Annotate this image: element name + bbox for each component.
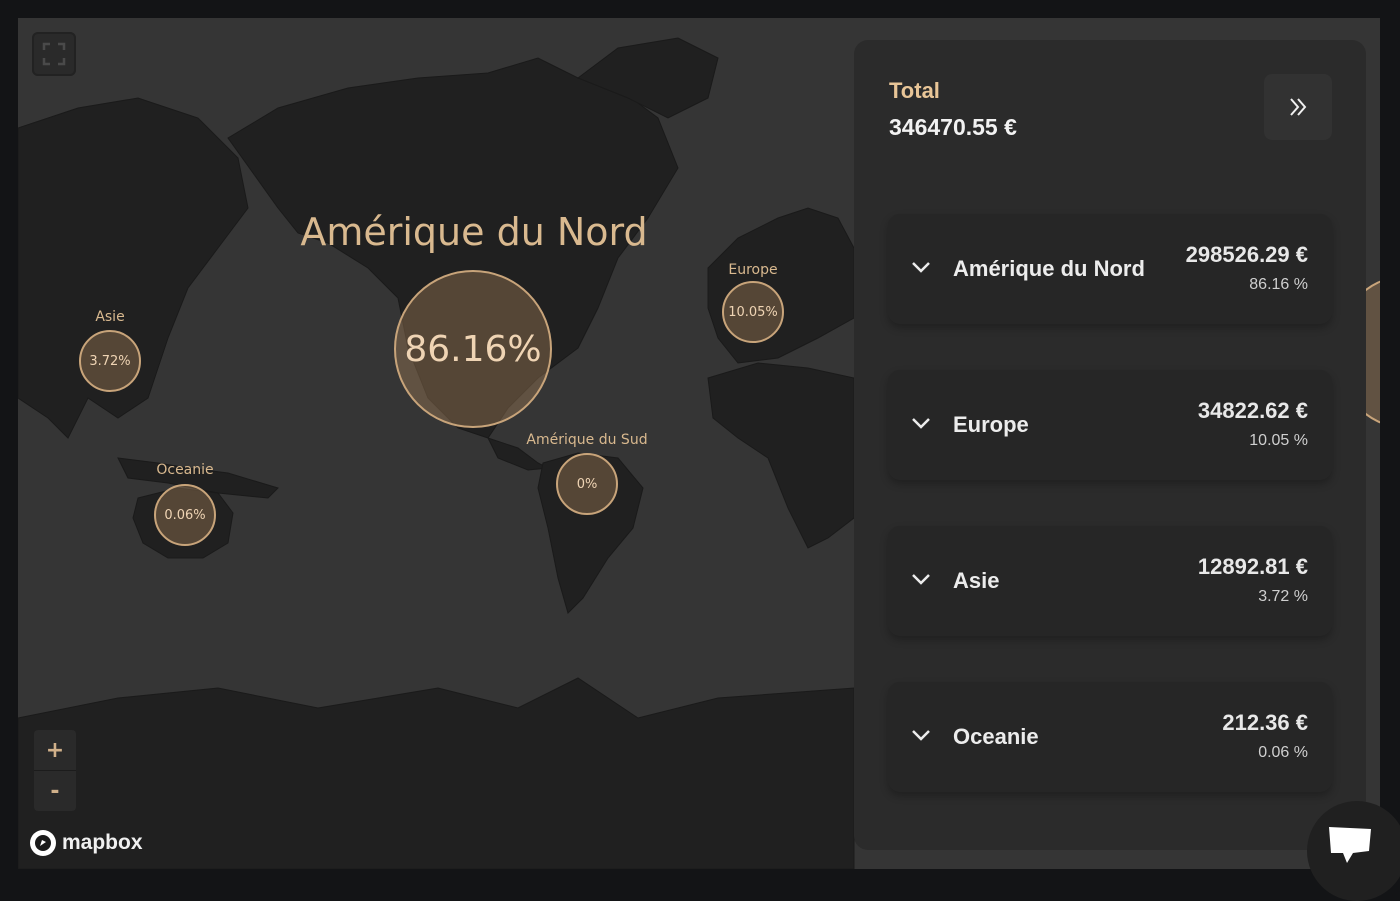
- chevron-down-icon[interactable]: [910, 568, 932, 590]
- region-card-name: Amérique du Nord: [953, 256, 1145, 281]
- bubble-europe[interactable]: 10.05%: [722, 281, 784, 343]
- region-card-name: Oceanie: [953, 724, 1039, 749]
- region-card-name: Asie: [953, 568, 1000, 593]
- mapbox-logo-icon: [30, 830, 56, 856]
- chevron-down-icon[interactable]: [910, 412, 932, 434]
- region-card-oceania[interactable]: Oceanie 212.36 € 0.06 %: [888, 682, 1332, 792]
- region-card-amount: 12892.81 €: [1197, 554, 1308, 579]
- total-value: 346470.55 €: [889, 114, 1017, 140]
- totals-panel: Total 346470.55 € Amérique du Nord 29852…: [854, 40, 1366, 850]
- chevron-down-icon[interactable]: [910, 724, 932, 746]
- region-label-oceania: Oceanie: [156, 462, 214, 478]
- expand-icon: [42, 42, 66, 66]
- bubble-north-america[interactable]: 86.16%: [394, 270, 552, 428]
- region-card-name: Europe: [953, 412, 1029, 437]
- collapse-panel-button[interactable]: [1264, 74, 1332, 140]
- bubble-south-america[interactable]: 0%: [556, 453, 618, 515]
- zoom-in-button[interactable]: +: [34, 730, 76, 771]
- region-card-amount: 34822.62 €: [1197, 398, 1308, 423]
- region-label-asia: Asie: [95, 309, 125, 325]
- bubble-oceania[interactable]: 0.06%: [154, 484, 216, 546]
- fullscreen-button[interactable]: [32, 32, 76, 76]
- zoom-control: + -: [34, 730, 76, 811]
- region-card-asia[interactable]: Asie 12892.81 € 3.72 %: [888, 526, 1332, 636]
- region-card-percent: 0.06 %: [1258, 744, 1308, 761]
- chevron-down-icon[interactable]: [910, 256, 932, 278]
- zoom-out-button[interactable]: -: [34, 771, 76, 811]
- region-card-percent: 86.16 %: [1249, 276, 1308, 293]
- region-label-europe: Europe: [728, 262, 778, 278]
- region-card-north-america[interactable]: Amérique du Nord 298526.29 € 86.16 %: [888, 214, 1332, 324]
- region-card-europe[interactable]: Europe 34822.62 € 10.05 %: [888, 370, 1332, 480]
- total-label: Total: [889, 78, 940, 103]
- mapbox-attribution[interactable]: mapbox: [30, 830, 143, 856]
- double-chevron-right-icon: [1290, 98, 1307, 116]
- region-label-south-america: Amérique du Sud: [526, 432, 648, 448]
- mapbox-wordmark: mapbox: [62, 831, 143, 854]
- bubble-asia[interactable]: 3.72%: [79, 330, 141, 392]
- region-card-amount: 212.36 €: [1222, 710, 1308, 735]
- region-card-amount: 298526.29 €: [1185, 242, 1308, 267]
- chat-button[interactable]: [1307, 801, 1400, 901]
- region-card-percent: 10.05 %: [1249, 432, 1308, 449]
- chat-icon: [1329, 827, 1371, 863]
- region-label-north-america: Amérique du Nord: [300, 210, 648, 254]
- map-container[interactable]: Amérique du Nord 86.16% Europe 10.05% As…: [18, 18, 1380, 869]
- region-card-percent: 3.72 %: [1258, 588, 1308, 605]
